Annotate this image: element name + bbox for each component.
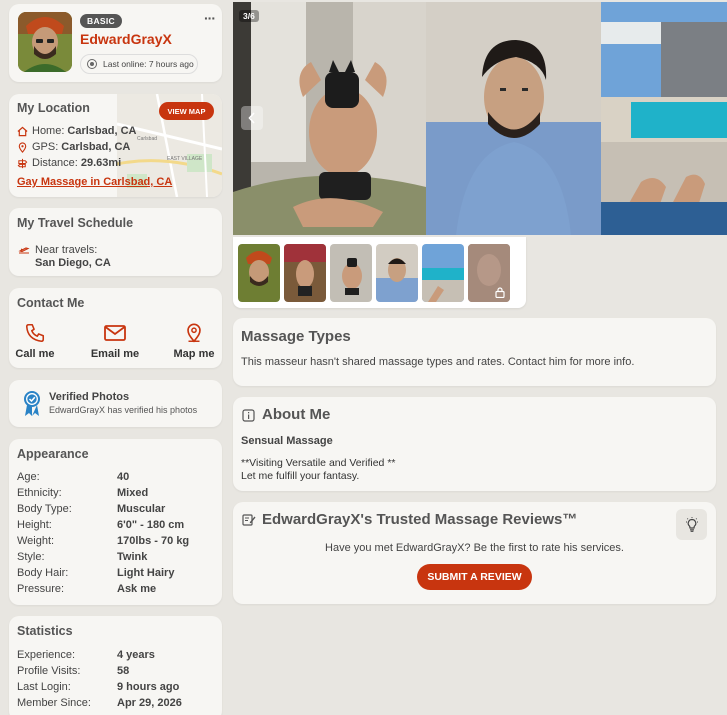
gallery-main-photo-3[interactable] [601, 2, 727, 235]
map-label: Carlsbad [137, 136, 158, 142]
location-title: My Location [17, 101, 90, 115]
location-card: EAST VILLAGE Carlsbad My Location VIEW M… [9, 94, 222, 197]
map-pin-icon [183, 322, 205, 344]
map-me-button[interactable]: Map me [172, 322, 216, 360]
massage-types-card: Massage Types This masseur hasn't shared… [233, 318, 716, 386]
email-me-label: Email me [90, 348, 140, 360]
city-massage-link[interactable]: Gay Massage in Carlsbad, CA [17, 176, 172, 188]
distance-row: Distance: 29.63mi [17, 157, 121, 169]
distance-value: 29.63mi [80, 157, 122, 169]
travel-icon [18, 245, 30, 256]
statistics-row: Member Since: Apr 29, 2026 [17, 697, 182, 709]
statistics-row: Profile Visits: 58 [17, 665, 130, 677]
appearance-row: Style: Twink [17, 551, 148, 563]
gps-row: GPS: Carlsbad, CA [17, 141, 130, 153]
statistics-card: Statistics Experience: 4 years Profile Vi… [9, 616, 222, 715]
map-label: EAST VILLAGE [167, 156, 203, 162]
contact-card: Contact Me Call me Email me Map me [9, 288, 222, 368]
phone-icon [24, 322, 46, 344]
home-icon [17, 126, 28, 137]
tips-button[interactable] [676, 509, 707, 540]
statistics-row: Experience: 4 years [17, 649, 155, 661]
thumbnail-6-locked[interactable] [468, 244, 510, 302]
thumbnail-2[interactable] [284, 244, 326, 302]
appearance-title: Appearance [17, 447, 89, 461]
travel-title: My Travel Schedule [17, 216, 134, 230]
avatar[interactable] [18, 12, 72, 72]
info-icon [242, 409, 255, 422]
gps-value: Carlsbad, CA [61, 141, 131, 153]
thumbnail-3[interactable] [330, 244, 372, 302]
verified-title: Verified Photos [49, 391, 130, 403]
verified-ribbon-icon [21, 389, 43, 417]
appearance-row: Weight: 170lbs - 70 kg [17, 535, 190, 547]
verified-card: Verified Photos EdwardGrayX has verified… [9, 380, 222, 427]
appearance-row: Age: 40 [17, 471, 130, 483]
about-line-1: **Visiting Versatile and Verified ** [241, 457, 396, 469]
gps-label: GPS: [32, 141, 59, 153]
reviews-title: EdwardGrayX's Trusted Massage Reviews™ [262, 511, 578, 528]
call-me-label: Call me [15, 348, 55, 360]
last-online-text: Last online: 7 hours ago [103, 59, 194, 69]
massage-types-text: This masseur hasn't shared massage types… [241, 356, 635, 368]
reviews-text: Have you met EdwardGrayX? Be the first t… [325, 542, 624, 554]
statistics-row: Last Login: 9 hours ago [17, 681, 180, 693]
appearance-row: Height: 6'0" - 180 cm [17, 519, 185, 531]
online-status-icon [87, 59, 97, 69]
photo-gallery: 3/6 [233, 2, 727, 308]
view-map-button[interactable]: VIEW MAP [159, 102, 214, 120]
membership-badge: BASIC [80, 14, 122, 28]
thumbnail-4[interactable] [376, 244, 418, 302]
thumbnail-5[interactable] [422, 244, 464, 302]
profile-card: BASIC ··· EdwardGrayX Last online: 7 hou… [9, 4, 222, 82]
email-me-button[interactable]: Email me [89, 322, 141, 360]
gallery-main-photo-2[interactable] [426, 2, 601, 235]
home-value: Carlsbad, CA [67, 125, 137, 137]
submit-review-button[interactable]: SUBMIT A REVIEW [417, 564, 532, 590]
gallery-counter: 3/6 [239, 10, 259, 22]
profile-name: EdwardGrayX [80, 31, 172, 47]
near-travels-label: Near travels: [35, 244, 98, 256]
lightbulb-icon [685, 516, 698, 532]
about-title: About Me [262, 406, 331, 423]
thumbnail-1[interactable] [238, 244, 280, 302]
appearance-rows: Age: 40 Ethnicity: Mixed Body Type: Muscula… [17, 469, 189, 597]
reviews-card: EdwardGrayX's Trusted Massage Reviews™ H… [233, 502, 716, 604]
call-me-button[interactable]: Call me [15, 322, 55, 360]
more-options-icon[interactable]: ··· [204, 10, 216, 26]
statistics-title: Statistics [17, 624, 73, 638]
gallery-main-photo-1[interactable]: 3/6 [233, 2, 426, 235]
signpost-icon [17, 158, 28, 169]
lock-icon [495, 287, 505, 298]
appearance-card: Appearance Age: 40 Ethnicity: Mixed Body T… [9, 439, 222, 605]
about-card: About Me Sensual Massage **Visiting Vers… [233, 397, 716, 491]
about-subtitle: Sensual Massage [241, 435, 333, 447]
review-edit-icon [242, 513, 256, 526]
location-pin-icon [17, 141, 28, 153]
distance-label: Distance: [32, 157, 78, 169]
near-travels-value: San Diego, CA [35, 257, 111, 269]
home-row: Home: Carlsbad, CA [17, 125, 136, 137]
contact-title: Contact Me [17, 296, 85, 310]
appearance-row: Pressure: Ask me [17, 583, 157, 595]
about-line-2: Let me fulfill your fantasy. [241, 470, 360, 482]
home-label: Home: [32, 125, 65, 137]
travel-card: My Travel Schedule Near travels: San Die… [9, 208, 222, 276]
statistics-rows: Experience: 4 years Profile Visits: 58 Las… [17, 647, 182, 711]
verified-text: EdwardGrayX has verified his photos [49, 405, 198, 415]
last-online-pill: Last online: 7 hours ago [80, 54, 198, 74]
massage-types-title: Massage Types [241, 328, 351, 345]
appearance-row: Ethnicity: Mixed [17, 487, 149, 499]
chevron-left-icon [248, 112, 255, 124]
appearance-row: Body Type: Muscular [17, 503, 166, 515]
appearance-row: Body Hair: Light Hairy [17, 567, 175, 579]
map-me-label: Map me [173, 348, 215, 360]
envelope-icon [103, 322, 127, 344]
gallery-prev-button[interactable] [241, 106, 263, 130]
